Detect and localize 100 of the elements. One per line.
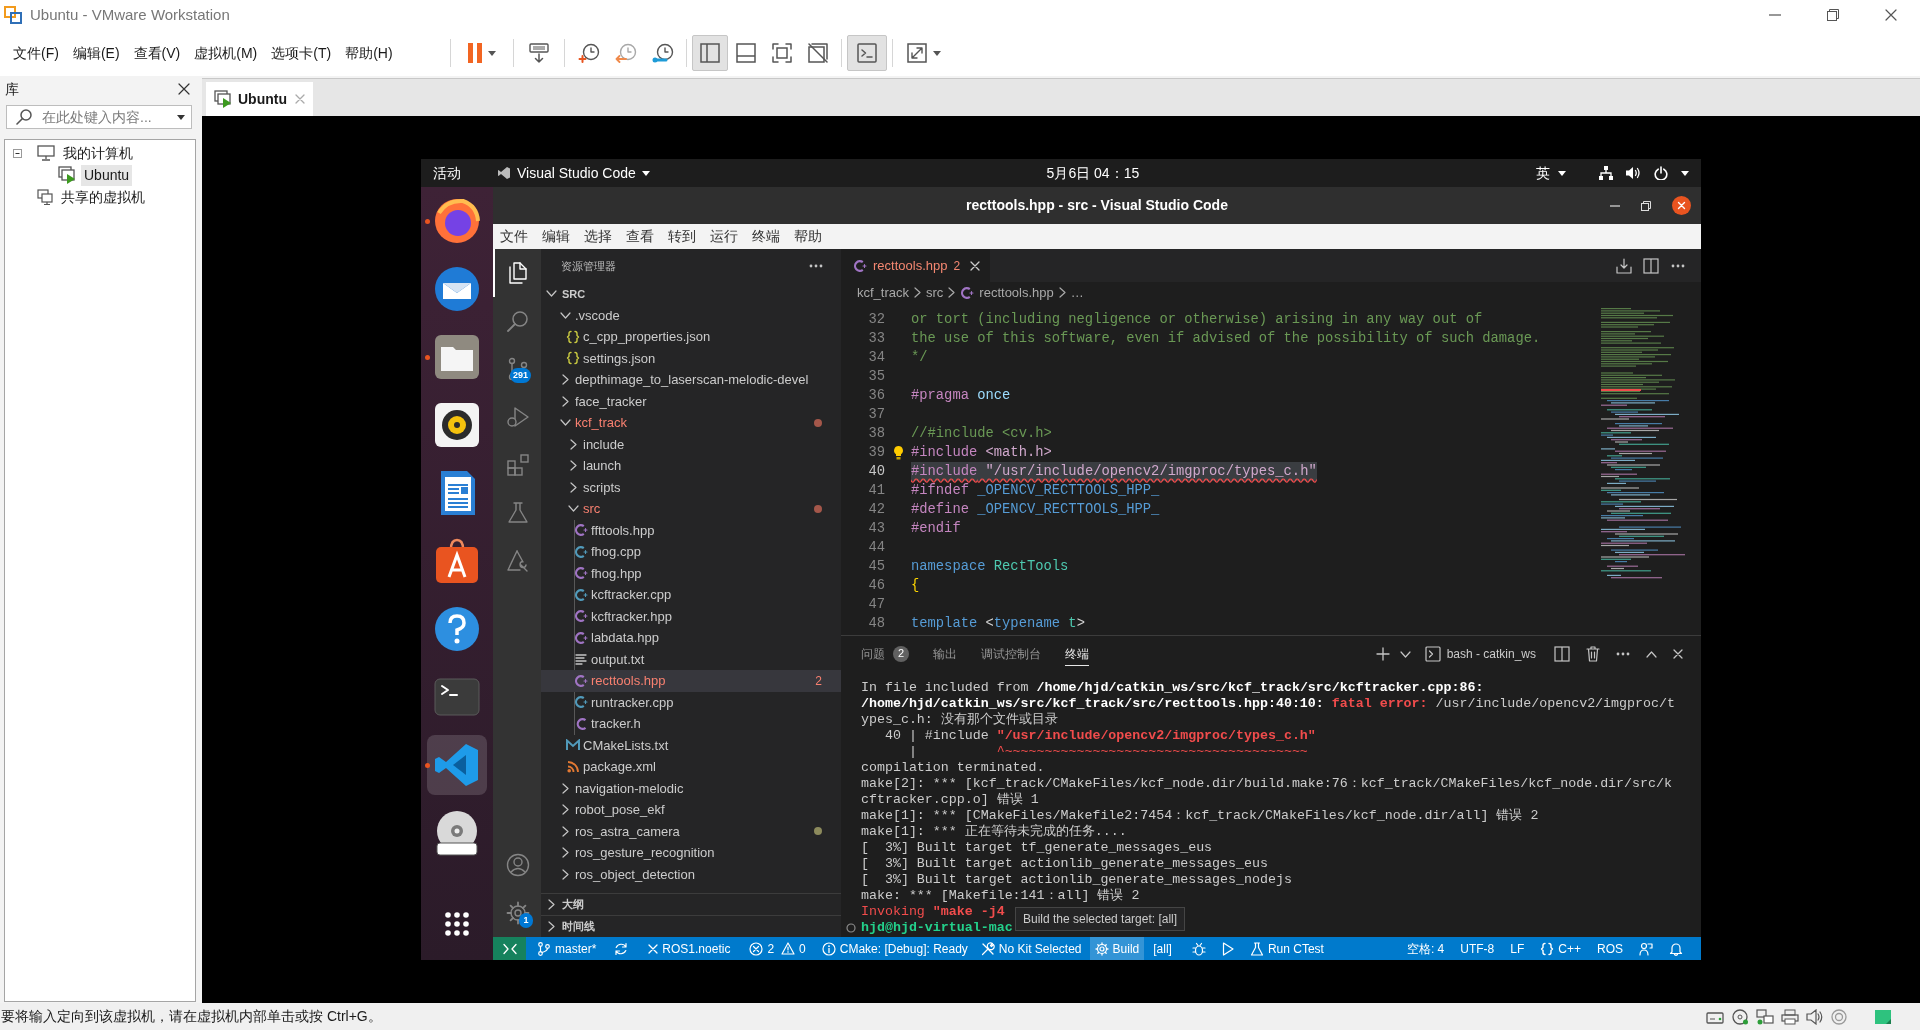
tree-section-header[interactable]: SRC	[541, 283, 841, 305]
tree-item[interactable]: labdata.hpp	[541, 627, 841, 649]
input-method-menu[interactable]: 英	[1536, 162, 1566, 184]
ctest-button[interactable]: Run CTest	[1244, 937, 1329, 960]
menu-item[interactable]: 转到	[661, 226, 703, 247]
menu-item[interactable]: 帮助	[787, 226, 829, 247]
tree-item[interactable]: kcf_track	[541, 412, 841, 434]
menu-item[interactable]: 选择	[577, 226, 619, 247]
tree-item[interactable]: scripts	[541, 476, 841, 498]
caret-icon[interactable]	[1681, 170, 1689, 176]
chevron-right-icon[interactable]	[569, 438, 577, 450]
menu-item[interactable]: 编辑	[535, 226, 577, 247]
more-icon[interactable]	[1671, 263, 1685, 268]
tree-item[interactable]: ros_object_detection	[541, 863, 841, 885]
tree-item[interactable]: depthimage_to_laserscan-melodic-devel	[541, 369, 841, 391]
chevron-down-icon[interactable]	[559, 419, 571, 427]
chevron-right-icon[interactable]	[561, 804, 569, 816]
restore-icon[interactable]	[1827, 9, 1839, 21]
chevron-up-icon[interactable]	[1646, 650, 1657, 658]
target-button[interactable]: [all]	[1148, 937, 1177, 960]
chevron-right-icon[interactable]	[569, 460, 577, 472]
tree-item[interactable]: ros_astra_camera	[541, 820, 841, 842]
menu-item[interactable]: 帮助(H)	[338, 40, 400, 66]
tree-item[interactable]: settings.json	[541, 347, 841, 369]
menu-item[interactable]: 编辑(E)	[65, 40, 127, 66]
ros-status-button[interactable]: ROS1.noetic	[643, 937, 736, 960]
tree-item[interactable]: kcftracker.cpp	[541, 584, 841, 606]
tree-item[interactable]: c_cpp_properties.json	[541, 326, 841, 348]
ros-button[interactable]: ROS	[1589, 937, 1631, 960]
app-grid-icon[interactable]	[445, 912, 469, 936]
tree-item[interactable]: package.xml	[541, 756, 841, 778]
close-icon[interactable]	[1885, 9, 1897, 21]
collapsible-section[interactable]: 大纲	[541, 893, 841, 915]
restore-icon[interactable]	[1641, 200, 1651, 211]
tree-item[interactable]: include	[541, 433, 841, 455]
activity-bar-item[interactable]: 1	[493, 889, 541, 937]
tree-item[interactable]: fhog.cpp	[541, 541, 841, 563]
breadcrumb[interactable]: src	[926, 282, 944, 303]
more-icon[interactable]	[1616, 652, 1630, 656]
tree-item[interactable]: tracker.h	[541, 713, 841, 735]
collapse-icon[interactable]	[13, 148, 22, 158]
caret-icon[interactable]	[177, 114, 185, 120]
panel-tab[interactable]: 输出	[933, 642, 957, 666]
chevron-right-icon[interactable]	[561, 825, 569, 837]
panel-tab[interactable]: 调试控制台	[981, 642, 1041, 666]
tree-item[interactable]: runtracker.cpp	[541, 691, 841, 713]
printer-icon[interactable]	[1781, 1008, 1799, 1025]
command-marker-icon[interactable]	[846, 923, 856, 933]
remote-button[interactable]	[493, 937, 526, 960]
chevron-down-icon[interactable]	[559, 311, 571, 319]
line-ending-button[interactable]: LF	[1502, 937, 1533, 960]
tree-item[interactable]: CMakeLists.txt	[541, 734, 841, 756]
chevron-right-icon[interactable]	[561, 782, 569, 794]
tree-item[interactable]: output.txt	[541, 648, 841, 670]
problems-button[interactable]: 2 0	[744, 937, 811, 960]
breadcrumb[interactable]: kcf_track	[857, 282, 909, 303]
network-icon[interactable]	[1598, 165, 1614, 181]
tray-arrow-icon[interactable]	[1616, 257, 1632, 274]
tree-item[interactable]: robot_pose_ekf	[541, 799, 841, 821]
chevron-right-icon[interactable]	[569, 481, 577, 493]
tree-item[interactable]: ffttools.hpp	[541, 519, 841, 541]
chevron-down-icon[interactable]	[567, 505, 579, 513]
speaker-icon[interactable]	[1806, 1008, 1824, 1025]
chevron-right-icon[interactable]	[561, 847, 569, 859]
note-icon[interactable]	[1874, 1008, 1892, 1025]
clock[interactable]: 5月6日 04：15	[1046, 162, 1140, 184]
panel-tab[interactable]: 问题 2	[861, 642, 909, 666]
breadcrumb[interactable]: recttools.hpp	[960, 282, 1054, 303]
tree-item[interactable]: fhog.hpp	[541, 562, 841, 584]
menu-item[interactable]: 查看(V)	[126, 40, 188, 66]
menu-item[interactable]: 虚拟机(M)	[187, 40, 265, 66]
chevron-right-icon[interactable]	[561, 868, 569, 880]
close-icon[interactable]	[178, 83, 190, 95]
trash-icon[interactable]	[1586, 646, 1600, 662]
tree-item[interactable]: src	[541, 498, 841, 520]
console-view-button[interactable]	[847, 35, 887, 71]
plus-icon[interactable]	[1375, 647, 1390, 661]
tree-item[interactable]: navigation-melodic	[541, 777, 841, 799]
minimize-icon[interactable]	[1610, 204, 1620, 207]
menu-item[interactable]: 查看	[619, 226, 661, 247]
kit-button[interactable]: No Kit Selected	[975, 937, 1087, 960]
chevron-right-icon[interactable]	[561, 374, 569, 386]
tree-item[interactable]: 共享的虚拟机	[58, 186, 148, 208]
breadcrumb[interactable]: …	[1070, 282, 1084, 303]
branch-button[interactable]: master*	[532, 937, 602, 960]
editor-tab[interactable]: recttools.hpp 2	[841, 249, 991, 282]
tree-item[interactable]: kcftracker.hpp	[541, 605, 841, 627]
menu-item[interactable]: 运行	[703, 226, 745, 247]
activities-button[interactable]: 活动	[433, 162, 461, 184]
cmake-status-button[interactable]: CMake: [Debug]: Ready	[816, 937, 973, 960]
tree-item[interactable]: recttools.hpp 2	[541, 670, 841, 692]
chevron-down-icon[interactable]	[1399, 650, 1411, 658]
tree-item[interactable]: Ubuntu	[81, 164, 133, 186]
menu-item[interactable]: 文件	[493, 226, 535, 247]
vm-tab[interactable]: Ubuntu	[206, 82, 313, 116]
disc-icon[interactable]	[1731, 1008, 1749, 1025]
menu-item[interactable]: 文件(F)	[6, 40, 66, 66]
tree-item[interactable]: face_tracker	[541, 390, 841, 412]
app-menu[interactable]: Visual Studio Code	[497, 162, 650, 184]
activity-bar-item[interactable]: 291	[493, 345, 541, 393]
